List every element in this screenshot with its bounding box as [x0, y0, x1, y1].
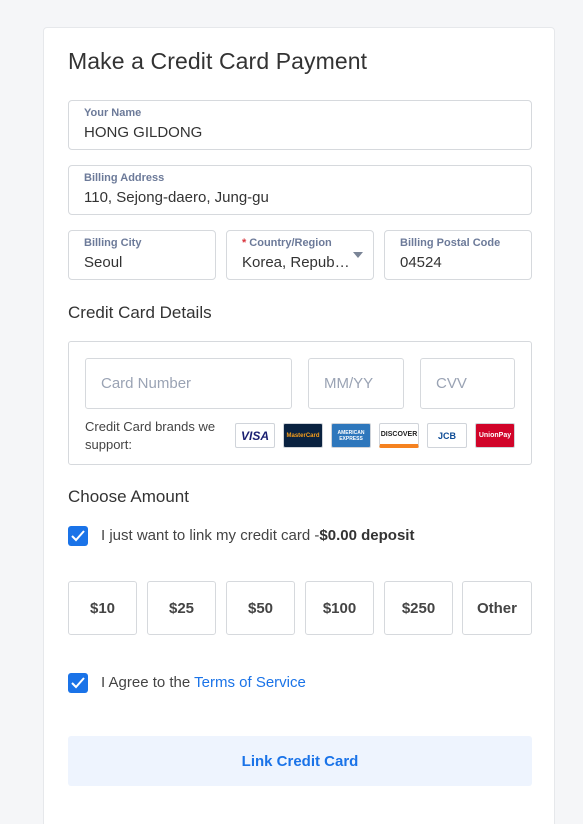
postal-code-field[interactable]: Billing Postal Code 04524: [384, 230, 532, 280]
terms-label: I Agree to the Terms of Service: [101, 674, 306, 691]
country-select[interactable]: *Country/Region Korea, Republic of: [226, 230, 374, 280]
page-title: Make a Credit Card Payment: [68, 48, 368, 74]
link-only-label: I just want to link my credit card -$0.0…: [101, 527, 414, 544]
your-name-value: HONG GILDONG: [84, 124, 203, 141]
country-value: Korea, Republic of: [242, 254, 350, 271]
amount-option-25[interactable]: $25: [147, 581, 216, 635]
choose-amount-heading: Choose Amount: [68, 487, 189, 506]
billing-address-label: Billing Address: [84, 172, 165, 184]
deposit-amount: $0.00 deposit: [319, 527, 415, 544]
amount-option-250[interactable]: $250: [384, 581, 453, 635]
terms-checkbox[interactable]: [68, 673, 88, 693]
card-details-box: Card Number MM/YY CVV Credit Card brands…: [68, 341, 532, 465]
card-number-input[interactable]: Card Number: [85, 358, 292, 409]
checkmark-icon: [71, 530, 85, 542]
cvv-input[interactable]: CVV: [420, 358, 515, 409]
billing-address-field[interactable]: Billing Address 110, Sejong-daero, Jung-…: [68, 165, 532, 215]
amount-option-50[interactable]: $50: [226, 581, 295, 635]
billing-city-field[interactable]: Billing City Seoul: [68, 230, 216, 280]
mastercard-logo: MasterCard: [283, 423, 323, 448]
your-name-field[interactable]: Your Name HONG GILDONG: [68, 100, 532, 150]
terms-of-service-link[interactable]: Terms of Service: [194, 674, 306, 691]
visa-logo: VISA: [235, 423, 275, 448]
your-name-label: Your Name: [84, 107, 142, 119]
link-only-text: I just want to link my credit card -: [101, 527, 320, 544]
required-mark: *: [242, 237, 247, 249]
expiry-input[interactable]: MM/YY: [308, 358, 404, 409]
postal-code-label: Billing Postal Code: [400, 237, 501, 249]
billing-address-value: 110, Sejong-daero, Jung-gu: [84, 189, 269, 206]
chevron-down-icon: [353, 252, 363, 258]
payment-card: Make a Credit Card Payment Your Name HON…: [43, 27, 555, 824]
jcb-logo: JCB: [427, 423, 467, 448]
amount-option-other[interactable]: Other: [462, 581, 532, 635]
discover-logo: DISCOVER: [379, 423, 419, 448]
unionpay-logo: UnionPay: [475, 423, 515, 448]
terms-prefix: I Agree to the: [101, 674, 195, 691]
checkmark-icon: [71, 677, 85, 689]
postal-code-value: 04524: [400, 254, 442, 271]
link-credit-card-button[interactable]: Link Credit Card: [68, 736, 532, 786]
billing-city-value: Seoul: [84, 254, 123, 271]
country-label-text: Country/Region: [249, 237, 332, 249]
supported-brands-text: Credit Card brands we support:: [85, 419, 216, 452]
amount-option-10[interactable]: $10: [68, 581, 137, 635]
country-label: * Country/Region: [242, 237, 332, 249]
amex-logo: AMERICAN EXPRESS: [331, 423, 371, 448]
link-only-checkbox[interactable]: [68, 526, 88, 546]
card-details-heading: Credit Card Details: [68, 303, 212, 322]
amount-option-100[interactable]: $100: [305, 581, 374, 635]
billing-city-label: Billing City: [84, 237, 142, 249]
